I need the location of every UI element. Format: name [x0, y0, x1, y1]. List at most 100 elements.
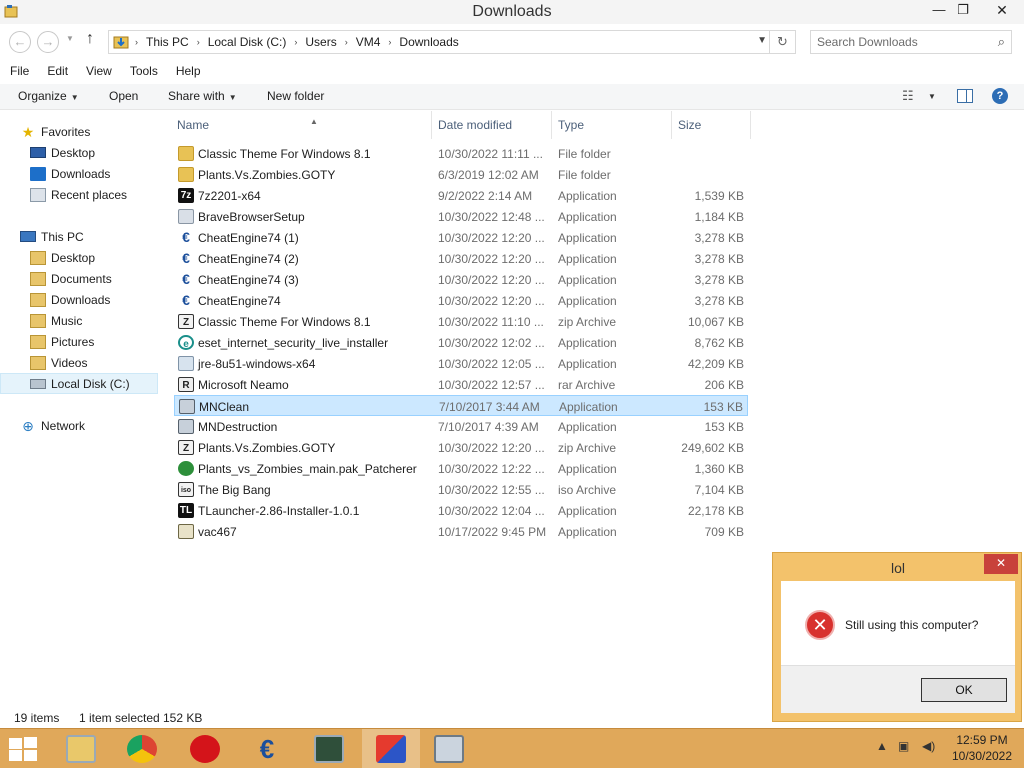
file-row[interactable]: € CheatEngine74 (1) 10/30/2022 12:20 ... Ap… — [174, 227, 748, 248]
menu-help[interactable]: Help — [167, 64, 210, 78]
nav-pc-music[interactable]: Music — [0, 310, 158, 331]
show-hidden-icons-icon[interactable]: ▲ — [876, 739, 888, 753]
network-tray-icon[interactable]: ▣ — [898, 739, 909, 753]
taskbar-chrome[interactable] — [113, 729, 171, 768]
column-header-type[interactable]: Type — [553, 111, 672, 139]
file-row[interactable]: Classic Theme For Windows 8.1 10/30/2022 … — [174, 143, 748, 164]
file-row[interactable]: 7z 7z2201-x64 9/2/2022 2:14 AM Application 1… — [174, 185, 748, 206]
status-selection: 1 item selected — [79, 711, 160, 725]
breadcrumb-local-disk[interactable]: Local Disk (C:) — [204, 35, 291, 49]
nav-this-pc[interactable]: This PC — [0, 226, 158, 247]
breadcrumb-separator[interactable]: › — [341, 37, 352, 47]
file-row[interactable]: Plants_vs_Zombies_main.pak_Patcherer 10/3… — [174, 458, 748, 479]
nav-fav-downloads[interactable]: Downloads — [0, 163, 158, 184]
file-row[interactable]: R Microsoft Neamo 10/30/2022 12:57 ... rar … — [174, 374, 748, 395]
file-row[interactable]: MNClean 7/10/2017 3:44 AM Application 153 K… — [174, 395, 748, 416]
breadcrumb-separator[interactable]: › — [131, 37, 142, 47]
column-header-name[interactable]: Name ▲ — [172, 111, 432, 139]
nav-favorites[interactable]: ★ Favorites — [0, 121, 158, 142]
windows-logo-icon — [9, 750, 22, 761]
preview-pane-icon[interactable] — [957, 89, 973, 103]
search-icon[interactable]: ⌕ — [998, 34, 1005, 50]
address-bar[interactable]: › This PC › Local Disk (C:) › Users › VM… — [108, 30, 796, 54]
menu-edit[interactable]: Edit — [38, 64, 77, 78]
volume-icon[interactable]: ◀) — [922, 739, 935, 753]
breadcrumb-downloads[interactable]: Downloads — [395, 35, 462, 49]
taskbar-terminal-app[interactable] — [300, 729, 358, 768]
file-name: MNClean — [199, 400, 250, 414]
forward-button[interactable]: → — [37, 31, 59, 53]
nav-pc-downloads[interactable]: Downloads — [0, 289, 158, 310]
search-box[interactable]: ⌕ — [810, 30, 1012, 54]
taskbar-clock[interactable]: 12:59 PM 10/30/2022 — [944, 732, 1020, 764]
file-row[interactable]: jre-8u51-windows-x64 10/30/2022 12:05 ...… — [174, 353, 748, 374]
address-history-dropdown[interactable]: ▼ — [757, 35, 767, 46]
file-row[interactable]: BraveBrowserSetup 10/30/2022 12:48 ... App… — [174, 206, 748, 227]
file-size: 3,278 KB — [694, 294, 744, 308]
share-with-button[interactable]: Share with ▼ — [168, 89, 237, 103]
breadcrumb-users[interactable]: Users — [301, 35, 340, 49]
nav-network[interactable]: ⊕ Network — [0, 415, 158, 436]
column-header-date[interactable]: Date modified — [433, 111, 552, 139]
file-row[interactable]: vac467 10/17/2022 9:45 PM Application 709 K… — [174, 521, 748, 542]
organize-button[interactable]: Organize ▼ — [18, 89, 79, 103]
zip-archive-icon: Z — [178, 440, 194, 455]
dialog-message: Still using this computer? — [845, 618, 979, 632]
up-button[interactable]: ↑ — [86, 30, 94, 48]
taskbar-mnclean[interactable] — [420, 729, 478, 768]
nav-fav-desktop[interactable]: Desktop — [0, 142, 158, 163]
chevron-down-icon: ▼ — [757, 35, 767, 46]
file-row[interactable]: € CheatEngine74 10/30/2022 12:20 ... Applic… — [174, 290, 748, 311]
file-size: 42,209 KB — [687, 357, 744, 371]
breadcrumb-this-pc[interactable]: This PC — [142, 35, 193, 49]
recent-locations-dropdown[interactable]: ▼ — [66, 34, 74, 43]
file-explorer-icon — [66, 735, 96, 763]
breadcrumb-separator[interactable]: › — [290, 37, 301, 47]
help-icon[interactable]: ? — [992, 88, 1008, 104]
file-type: Application — [558, 462, 617, 476]
taskbar-file-explorer[interactable] — [52, 729, 110, 768]
nav-pc-documents[interactable]: Documents — [0, 268, 158, 289]
file-row[interactable]: TL TLauncher-2.86-Installer-1.0.1 10/30/20… — [174, 500, 748, 521]
back-arrow-icon: ← — [13, 34, 27, 49]
change-view-icon[interactable]: ☷ — [902, 88, 914, 104]
column-header-size[interactable]: Size — [673, 111, 751, 139]
rar-archive-icon: R — [178, 377, 194, 392]
file-row[interactable]: € CheatEngine74 (3) 10/30/2022 12:20 ... Ap… — [174, 269, 748, 290]
forward-arrow-icon: → — [41, 34, 55, 49]
close-button[interactable]: ✕ — [980, 0, 1024, 22]
file-row[interactable]: Z Classic Theme For Windows 8.1 10/30/2022… — [174, 311, 748, 332]
file-row[interactable]: Z Plants.Vs.Zombies.GOTY 10/30/2022 12:20 … — [174, 437, 748, 458]
file-row[interactable]: iso The Big Bang 10/30/2022 12:55 ... iso A… — [174, 479, 748, 500]
breadcrumb-separator[interactable]: › — [384, 37, 395, 47]
menu-file[interactable]: File — [0, 64, 38, 78]
refresh-button[interactable]: ↻ — [769, 31, 795, 53]
file-row[interactable]: € CheatEngine74 (2) 10/30/2022 12:20 ... Ap… — [174, 248, 748, 269]
taskbar-active-app[interactable] — [362, 729, 420, 768]
back-button[interactable]: ← — [9, 31, 31, 53]
breadcrumb-separator[interactable]: › — [193, 37, 204, 47]
menu-tools[interactable]: Tools — [121, 64, 167, 78]
nav-fav-recent-places[interactable]: Recent places — [0, 184, 158, 205]
file-size: 1,360 KB — [694, 462, 744, 476]
menu-view[interactable]: View — [77, 64, 121, 78]
start-button[interactable] — [8, 737, 38, 761]
ok-button[interactable]: OK — [921, 678, 1007, 702]
view-options-dropdown[interactable]: ▼ — [928, 92, 936, 101]
nav-pc-local-disk[interactable]: Local Disk (C:) — [0, 373, 158, 394]
breadcrumb-vm4[interactable]: VM4 — [352, 35, 385, 49]
nav-pc-desktop[interactable]: Desktop — [0, 247, 158, 268]
taskbar-opera[interactable] — [176, 729, 234, 768]
nav-pc-videos[interactable]: Videos — [0, 352, 158, 373]
search-input[interactable] — [817, 34, 987, 50]
taskbar-cheat-engine[interactable]: € — [238, 729, 296, 768]
status-item-count: 19 items — [14, 711, 60, 725]
file-row[interactable]: MNDestruction 7/10/2017 4:39 AM Applicatio… — [174, 416, 748, 437]
file-row[interactable]: Plants.Vs.Zombies.GOTY 6/3/2019 12:02 AM F… — [174, 164, 748, 185]
file-row[interactable]: e eset_internet_security_live_installer 10… — [174, 332, 748, 353]
nav-pc-pictures[interactable]: Pictures — [0, 331, 158, 352]
new-folder-button[interactable]: New folder — [267, 89, 324, 103]
maximize-button[interactable]: ❐ — [948, 0, 978, 22]
open-button[interactable]: Open — [109, 89, 138, 103]
dialog-close-button[interactable]: ✕ — [984, 554, 1018, 574]
